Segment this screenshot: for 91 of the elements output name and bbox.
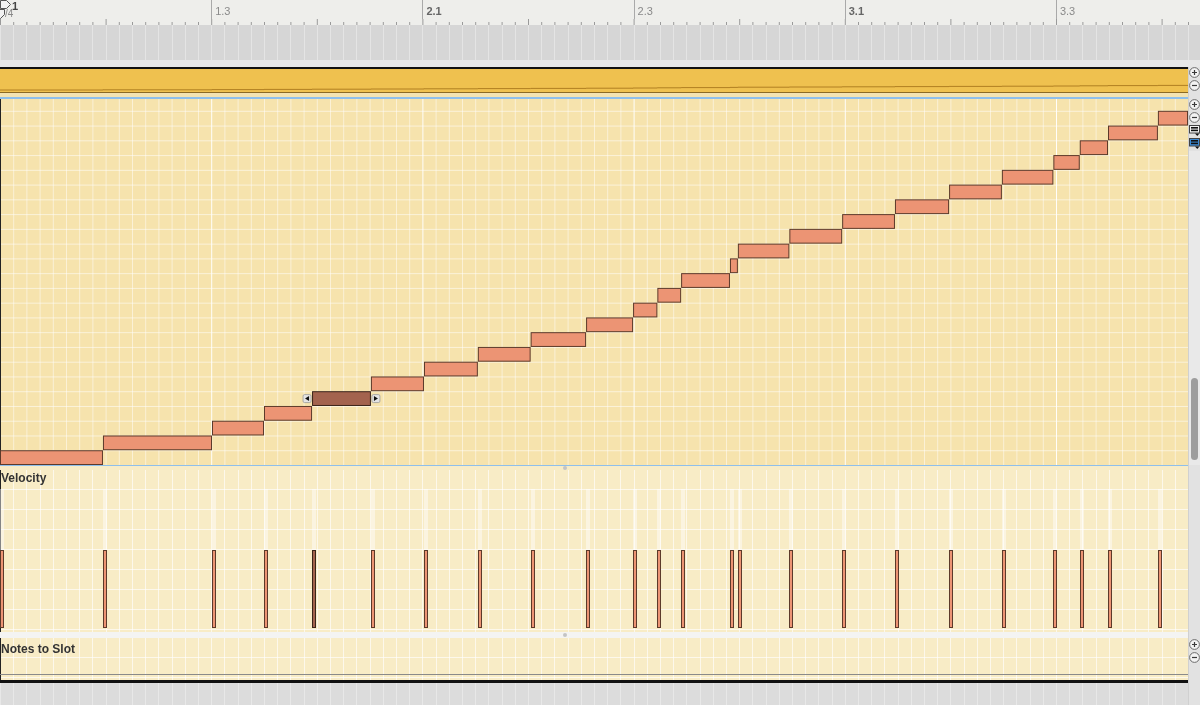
velocity-track[interactable] (894, 489, 899, 628)
velocity-track[interactable] (102, 489, 107, 628)
velocity-bar[interactable] (312, 550, 317, 628)
marker-shield-icon[interactable] (0, 9, 5, 19)
midi-note[interactable] (1157, 110, 1188, 126)
velocity-track[interactable] (729, 489, 734, 628)
midi-note[interactable] (729, 258, 738, 274)
midi-note[interactable] (633, 302, 658, 318)
velocity-bar[interactable] (1053, 550, 1058, 628)
velocity-bar[interactable] (1157, 550, 1162, 628)
zoom-out-icon[interactable] (1189, 652, 1200, 663)
lane-label: Velocity (0, 470, 47, 487)
zoom-in-icon[interactable] (1189, 639, 1200, 650)
velocity-bar[interactable] (530, 550, 535, 628)
velocity-track[interactable] (1053, 489, 1058, 628)
right-triangle-icon[interactable] (371, 394, 381, 403)
midi-note[interactable] (102, 435, 212, 451)
ruler-label: 3.3 (1059, 5, 1076, 17)
velocity-bar[interactable] (1079, 550, 1084, 628)
midi-note[interactable] (0, 450, 103, 465)
midi-note[interactable] (477, 346, 531, 362)
midi-note[interactable] (1108, 125, 1158, 141)
velocity-track[interactable] (633, 489, 638, 628)
midi-note[interactable] (586, 317, 634, 333)
velocity-track[interactable] (1001, 489, 1006, 628)
clip-overview[interactable] (0, 67, 1188, 93)
left-triangle-icon[interactable] (302, 394, 312, 403)
velocity-bar[interactable] (729, 550, 734, 628)
drag-handle-icon[interactable] (563, 633, 567, 637)
ruler-label: 1.3 (215, 5, 231, 17)
midi-note[interactable] (1079, 140, 1108, 156)
lane-label: Notes to Slot (0, 642, 75, 657)
ruler-label: 3.1 (848, 5, 865, 17)
midi-note[interactable] (1053, 155, 1080, 170)
velocity-track[interactable] (423, 489, 428, 628)
velocity-track[interactable] (477, 489, 482, 628)
midi-note[interactable] (370, 376, 424, 392)
velocity-track[interactable] (264, 489, 268, 628)
velocity-track[interactable] (657, 489, 662, 628)
velocity-track[interactable] (1108, 489, 1112, 628)
velocity-track[interactable] (1157, 489, 1162, 628)
list-caret-icon[interactable] (1189, 125, 1200, 136)
midi-note[interactable] (842, 214, 895, 229)
velocity-bar[interactable] (633, 550, 638, 628)
scrollbar-thumb[interactable] (1191, 378, 1198, 460)
midi-note[interactable] (212, 420, 264, 436)
velocity-track[interactable] (737, 489, 742, 628)
velocity-bar[interactable] (477, 550, 482, 628)
velocity-track[interactable] (370, 489, 375, 628)
velocity-track[interactable] (212, 489, 216, 628)
velocity-bar[interactable] (789, 550, 794, 628)
velocity-track[interactable] (789, 489, 794, 628)
velocity-track[interactable] (681, 489, 686, 628)
midi-note[interactable] (894, 199, 950, 215)
zoom-in-icon[interactable] (1189, 99, 1200, 110)
zoom-in-icon[interactable] (1189, 67, 1200, 78)
midi-note[interactable] (264, 405, 313, 421)
time-signature-label: /4 (5, 9, 14, 19)
velocity-track[interactable] (312, 489, 317, 628)
ruler-label: 2.3 (637, 5, 653, 17)
velocity-track[interactable] (1079, 489, 1084, 628)
zoom-out-icon[interactable] (1189, 112, 1200, 123)
velocity-bar[interactable] (949, 550, 954, 628)
velocity-track[interactable] (842, 489, 847, 628)
zoom-out-icon[interactable] (1189, 80, 1200, 91)
midi-note[interactable] (424, 361, 478, 377)
velocity-bar[interactable] (370, 550, 375, 628)
drag-handle-icon[interactable] (563, 466, 567, 470)
midi-note[interactable] (949, 184, 1002, 200)
velocity-bar[interactable] (737, 550, 742, 628)
velocity-track[interactable] (530, 489, 535, 628)
midi-note[interactable] (789, 228, 843, 244)
midi-note[interactable] (681, 273, 730, 288)
velocity-bar[interactable] (894, 550, 899, 628)
velocity-bar[interactable] (681, 550, 686, 628)
midi-note[interactable] (530, 332, 587, 347)
velocity-bar[interactable] (102, 550, 107, 628)
velocity-track[interactable] (0, 489, 4, 628)
ruler-label: 2.1 (426, 5, 442, 17)
velocity-bar[interactable] (842, 550, 847, 628)
midi-note[interactable] (657, 287, 682, 303)
velocity-bar[interactable] (586, 550, 591, 628)
velocity-track[interactable] (949, 489, 954, 628)
velocity-bar[interactable] (657, 550, 662, 628)
ruler-label: 1 (12, 1, 19, 12)
marker-flag-icon[interactable] (0, 0, 11, 9)
midi-note[interactable] (1001, 169, 1054, 185)
velocity-track[interactable] (586, 489, 591, 628)
velocity-bar[interactable] (1001, 550, 1006, 628)
velocity-bar[interactable] (423, 550, 428, 628)
list-caret-icon[interactable] (1189, 138, 1200, 149)
